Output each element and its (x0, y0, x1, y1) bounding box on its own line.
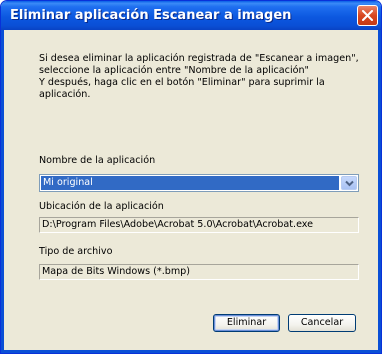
file-type-value: Mapa de Bits Windows (*.bmp) (42, 266, 191, 277)
window-border-right (378, 30, 381, 353)
chevron-down-icon (345, 180, 354, 187)
window-border-bottom (1, 350, 381, 353)
file-type-field: Mapa de Bits Windows (*.bmp) (39, 264, 359, 280)
location-label: Ubicación de la aplicación (39, 201, 164, 212)
location-value: D:\Program Files\Adobe\Acrobat 5.0\Acrob… (42, 219, 314, 230)
app-name-dropdown[interactable]: Mi original (39, 174, 359, 192)
dropdown-button[interactable] (341, 176, 357, 190)
window-title: Eliminar aplicación Escanear a imagen (10, 8, 292, 23)
close-icon (362, 10, 373, 21)
file-type-label: Tipo de archivo (39, 246, 113, 257)
instructions-line-1: Si desea eliminar la aplicación registra… (39, 53, 359, 64)
window-border-left (1, 30, 4, 353)
instructions-line-4: aplicación. (39, 89, 91, 100)
instructions-line-3: Y después, haga clic en el botón "Elimin… (39, 77, 325, 88)
delete-button[interactable]: Eliminar (213, 314, 280, 332)
dialog-window: Eliminar aplicación Escanear a imagen Si… (0, 0, 382, 354)
cancel-button[interactable]: Cancelar (288, 314, 356, 332)
close-button[interactable] (357, 5, 378, 26)
instructions-line-2: seleccione la aplicación entre "Nombre d… (39, 65, 309, 76)
app-name-label: Nombre de la aplicación (39, 155, 156, 166)
app-name-selected-value: Mi original (41, 176, 339, 190)
location-field: D:\Program Files\Adobe\Acrobat 5.0\Acrob… (39, 217, 359, 233)
title-bar[interactable]: Eliminar aplicación Escanear a imagen (1, 1, 381, 30)
instructions-text: Si desea eliminar la aplicación registra… (39, 53, 359, 101)
